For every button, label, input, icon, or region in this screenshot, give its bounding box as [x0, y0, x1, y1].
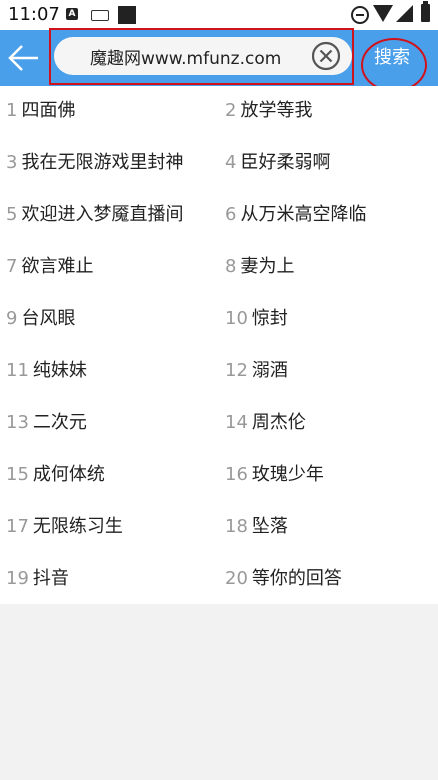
item-title: 溺酒 — [251, 360, 288, 381]
list-item[interactable]: 19 抖音 — [6, 566, 69, 592]
item-title: 坠落 — [251, 516, 288, 537]
list-item[interactable]: 1 四面佛 — [6, 98, 75, 124]
list-item[interactable]: 13 二次元 — [6, 410, 87, 436]
item-rank: 10 — [225, 308, 248, 329]
list-item[interactable]: 20 等你的回答 — [225, 566, 342, 592]
status-time: 11:07 — [8, 4, 60, 25]
arrow-left-icon[interactable] — [6, 40, 42, 76]
item-rank: 8 — [225, 256, 237, 277]
list-item[interactable]: 7 欲言难止 — [6, 254, 93, 280]
item-rank: 13 — [6, 412, 29, 433]
item-title: 等你的回答 — [251, 568, 342, 589]
item-rank: 7 — [6, 256, 18, 277]
item-title: 台风眼 — [21, 308, 76, 329]
item-title: 妻为上 — [240, 256, 295, 277]
list-item[interactable]: 9 台风眼 — [6, 306, 75, 332]
item-rank: 14 — [225, 412, 248, 433]
item-rank: 3 — [6, 152, 18, 173]
item-title: 四面佛 — [21, 100, 76, 121]
list-item[interactable]: 10 惊封 — [225, 306, 288, 332]
item-title: 周杰伦 — [251, 412, 306, 433]
item-title: 玫瑰少年 — [251, 464, 324, 485]
item-title: 我在无限游戏里封神 — [21, 152, 184, 173]
item-rank: 20 — [225, 568, 248, 589]
list-item[interactable]: 15 成何体统 — [6, 462, 105, 488]
battery-icon — [421, 1, 430, 22]
item-title: 无限练习生 — [32, 516, 123, 537]
list-item[interactable]: 3 我在无限游戏里封神 — [6, 150, 183, 176]
list-item[interactable]: 8 妻为上 — [225, 254, 294, 280]
do-not-disturb-icon — [351, 6, 369, 24]
list-item[interactable]: 16 玫瑰少年 — [225, 462, 324, 488]
signal-icon — [396, 5, 413, 22]
item-rank: 11 — [6, 360, 29, 381]
item-rank: 1 — [6, 100, 18, 121]
item-title: 抖音 — [32, 568, 69, 589]
item-title: 欢迎进入梦魇直播间 — [21, 204, 184, 225]
notification-a-icon: A — [66, 8, 78, 20]
list-item[interactable]: 11 纯妹妹 — [6, 358, 87, 384]
status-bar: 11:07 A — [0, 0, 438, 30]
notification-square-icon — [118, 6, 136, 24]
item-title: 放学等我 — [240, 100, 313, 121]
list-item[interactable]: 2 放学等我 — [225, 98, 312, 124]
list-item[interactable]: 6 从万米高空降临 — [225, 202, 366, 228]
item-title: 惊封 — [251, 308, 288, 329]
list-item[interactable]: 5 欢迎进入梦魇直播间 — [6, 202, 183, 228]
item-title: 欲言难止 — [21, 256, 94, 277]
search-input[interactable] — [54, 37, 352, 75]
clear-circle-x-icon[interactable] — [311, 41, 341, 71]
item-rank: 17 — [6, 516, 29, 537]
keyboard-icon — [91, 10, 109, 21]
list-item[interactable]: 14 周杰伦 — [225, 410, 306, 436]
item-rank: 9 — [6, 308, 18, 329]
item-rank: 5 — [6, 204, 18, 225]
item-rank: 18 — [225, 516, 248, 537]
item-rank: 6 — [225, 204, 237, 225]
item-title: 纯妹妹 — [32, 360, 87, 381]
item-rank: 15 — [6, 464, 29, 485]
item-title: 臣好柔弱啊 — [240, 152, 331, 173]
item-rank: 19 — [6, 568, 29, 589]
list-item[interactable]: 18 坠落 — [225, 514, 288, 540]
list-item[interactable]: 17 无限练习生 — [6, 514, 123, 540]
item-rank: 12 — [225, 360, 248, 381]
item-rank: 4 — [225, 152, 237, 173]
item-rank: 2 — [225, 100, 237, 121]
wifi-icon — [373, 5, 393, 22]
list-item[interactable]: 4 臣好柔弱啊 — [225, 150, 330, 176]
item-title: 二次元 — [32, 412, 87, 433]
search-button-highlight — [361, 38, 427, 92]
item-rank: 16 — [225, 464, 248, 485]
item-title: 成何体统 — [32, 464, 105, 485]
hot-search-list: 1 四面佛 2 放学等我 3 我在无限游戏里封神 4 臣好柔弱啊 5 欢迎进入梦魇直播间 … — [0, 86, 438, 604]
item-title: 从万米高空降临 — [240, 204, 367, 225]
list-item[interactable]: 12 溺酒 — [225, 358, 288, 384]
